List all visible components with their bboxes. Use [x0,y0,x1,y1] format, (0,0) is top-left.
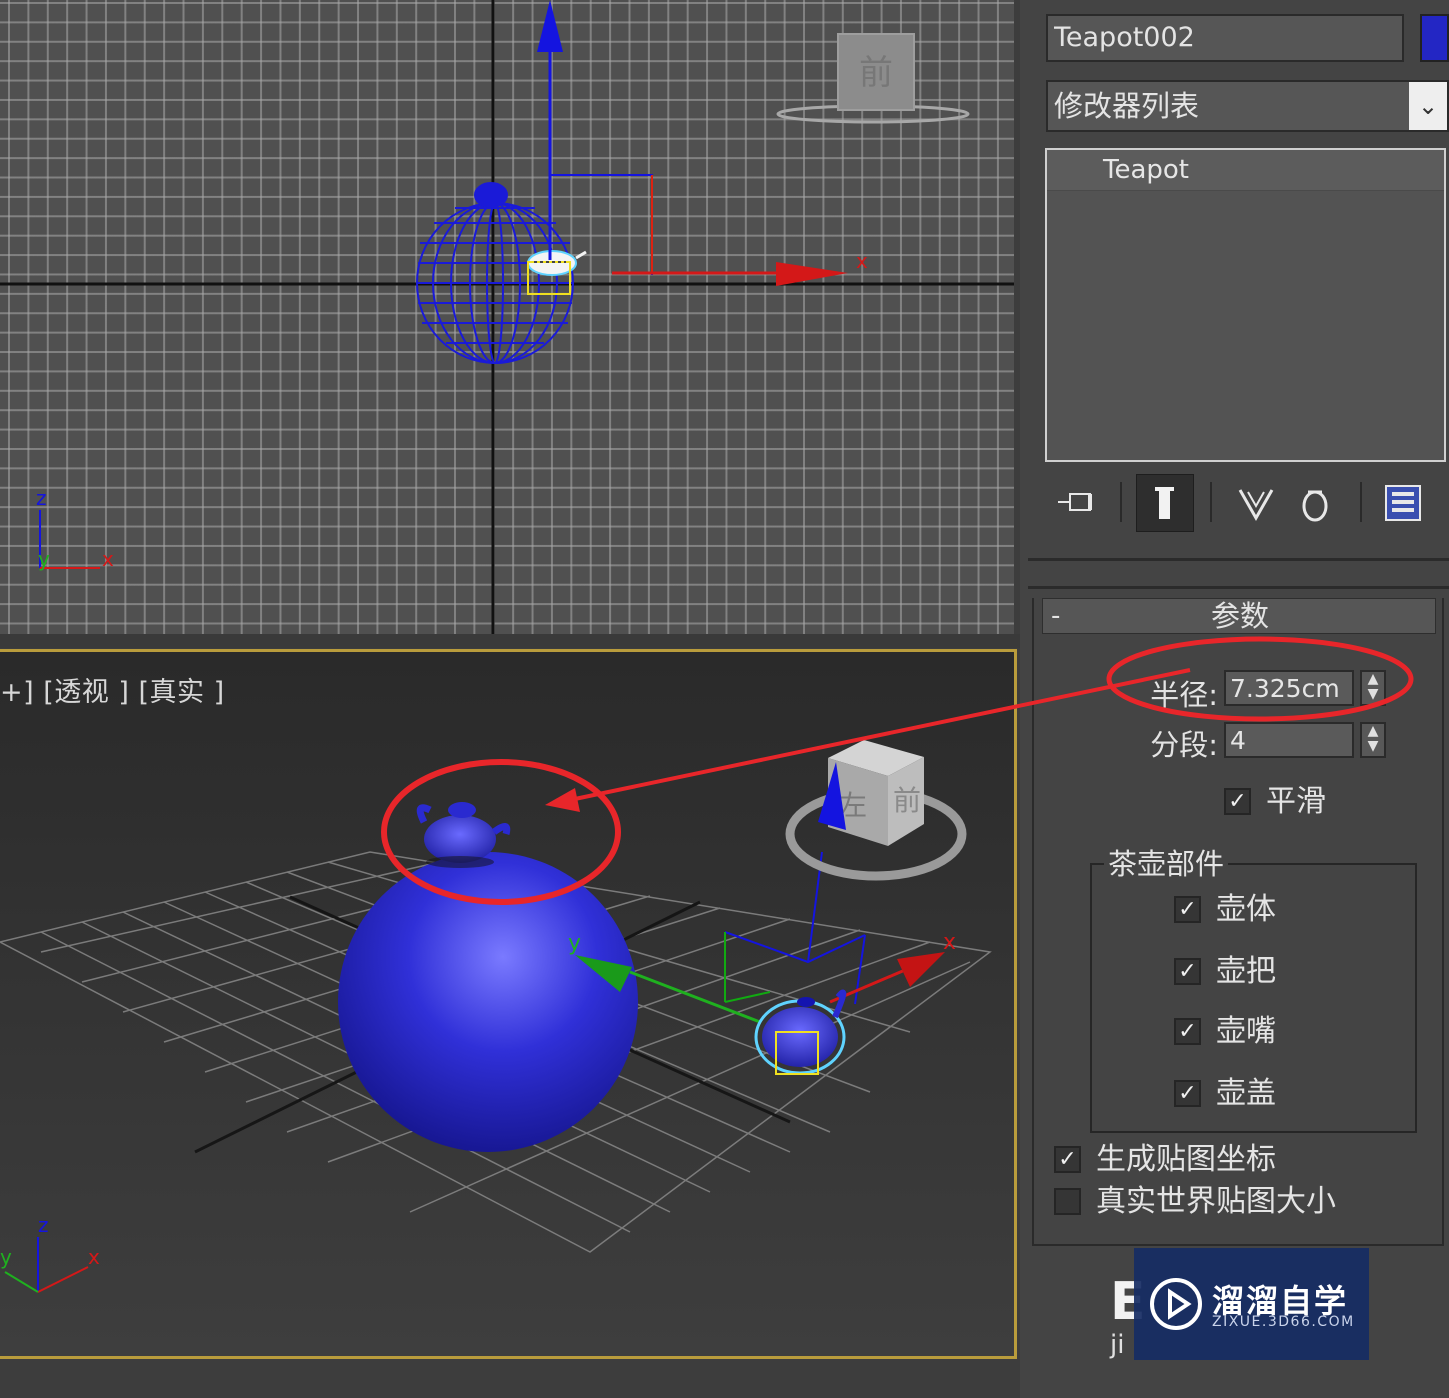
watermark-url: ZIXUE.3D66.COM [1212,1314,1355,1330]
play-logo-icon [1150,1278,1202,1330]
annotation-arrow-line [569,668,1191,802]
annotation-arrow-head [545,788,580,812]
watermark-badge: 溜溜自学 ZIXUE.3D66.COM [1134,1248,1369,1360]
watermark-partial-text: ji [1110,1330,1125,1360]
teapot-highlight-ellipse [381,759,621,905]
annotation-overlay [381,636,1414,905]
